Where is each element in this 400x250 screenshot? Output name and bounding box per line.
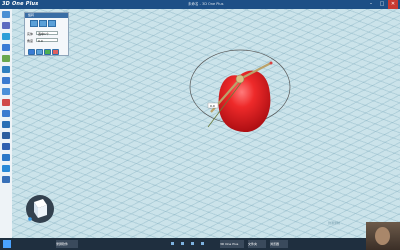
view-icon-3[interactable]: [191, 242, 194, 245]
confirm-icon[interactable]: [28, 49, 35, 55]
watermark: 微课录制: [328, 221, 341, 225]
sketch-icon[interactable]: [2, 22, 10, 29]
view-cube[interactable]: [26, 195, 54, 223]
taskbar-item-3[interactable]: 文件夹: [248, 240, 266, 248]
webcam-overlay: [366, 222, 400, 250]
hierarchy-icon[interactable]: [2, 132, 10, 139]
3d-viewport[interactable]: 0.0 微课录制: [12, 9, 400, 238]
combine-icon[interactable]: [2, 55, 10, 62]
scale-mode-icon[interactable]: [48, 20, 56, 27]
angle-label: 角度: [27, 39, 34, 43]
special-icon[interactable]: [2, 77, 10, 84]
panel-icon-row: [30, 20, 57, 28]
view-icon-4[interactable]: [201, 242, 204, 245]
pointer-icon[interactable]: [2, 11, 10, 18]
entity-label: 实体: [27, 32, 34, 36]
color-icon[interactable]: [2, 154, 10, 161]
transform-icon[interactable]: [2, 66, 10, 73]
title-bar: 3D One Plus 未命名 - 3D One Plus – □ ✕: [0, 0, 400, 9]
primitive-icon[interactable]: [2, 33, 10, 40]
view-icon-2[interactable]: [181, 242, 184, 245]
app-logo: 3D One Plus: [2, 1, 39, 7]
view-icon-1[interactable]: [171, 242, 174, 245]
angle-field[interactable]: 0.0: [36, 38, 58, 43]
rotate-panel: 旋转 实体 选中1个 角度 0.0: [24, 12, 69, 56]
scene-svg: 0.0: [26, 49, 291, 223]
taskbar: 录屏软件 3D One Plus 文件夹 浏览器: [0, 238, 400, 250]
handle-value-label: 0.0: [210, 104, 215, 108]
maximize-button[interactable]: □: [377, 0, 387, 9]
apply-icon[interactable]: [36, 49, 43, 55]
measure-icon[interactable]: [2, 99, 10, 106]
handle-endpoint[interactable]: [269, 61, 273, 65]
grid-icon[interactable]: [2, 176, 10, 183]
close-button[interactable]: ✕: [388, 0, 398, 9]
move-mode-icon[interactable]: [30, 20, 38, 27]
edit-icon[interactable]: [2, 44, 10, 51]
array-icon[interactable]: [2, 88, 10, 95]
window-title: 未命名 - 3D One Plus: [188, 2, 224, 6]
minimize-button[interactable]: –: [366, 0, 376, 9]
taskbar-item-2[interactable]: 3D One Plus: [220, 240, 244, 248]
presenter-face: [375, 227, 390, 245]
check-icon[interactable]: [2, 121, 10, 128]
magnet-icon[interactable]: [2, 110, 10, 117]
rotation-center-handle[interactable]: [235, 74, 245, 84]
taskbar-item-1[interactable]: 录屏软件: [56, 240, 78, 248]
entity-field[interactable]: 选中1个: [36, 31, 58, 36]
panel-buttons: [28, 49, 60, 56]
block-icon[interactable]: [2, 143, 10, 150]
panel-title: 旋转: [25, 13, 68, 18]
sphere-icon[interactable]: [2, 165, 10, 172]
cancel-icon[interactable]: [52, 49, 59, 55]
red-model[interactable]: [218, 70, 271, 133]
option-icon[interactable]: [44, 49, 51, 55]
rotate-mode-icon[interactable]: [39, 20, 47, 27]
start-icon[interactable]: [3, 240, 11, 248]
taskbar-item-4[interactable]: 浏览器: [270, 240, 288, 248]
